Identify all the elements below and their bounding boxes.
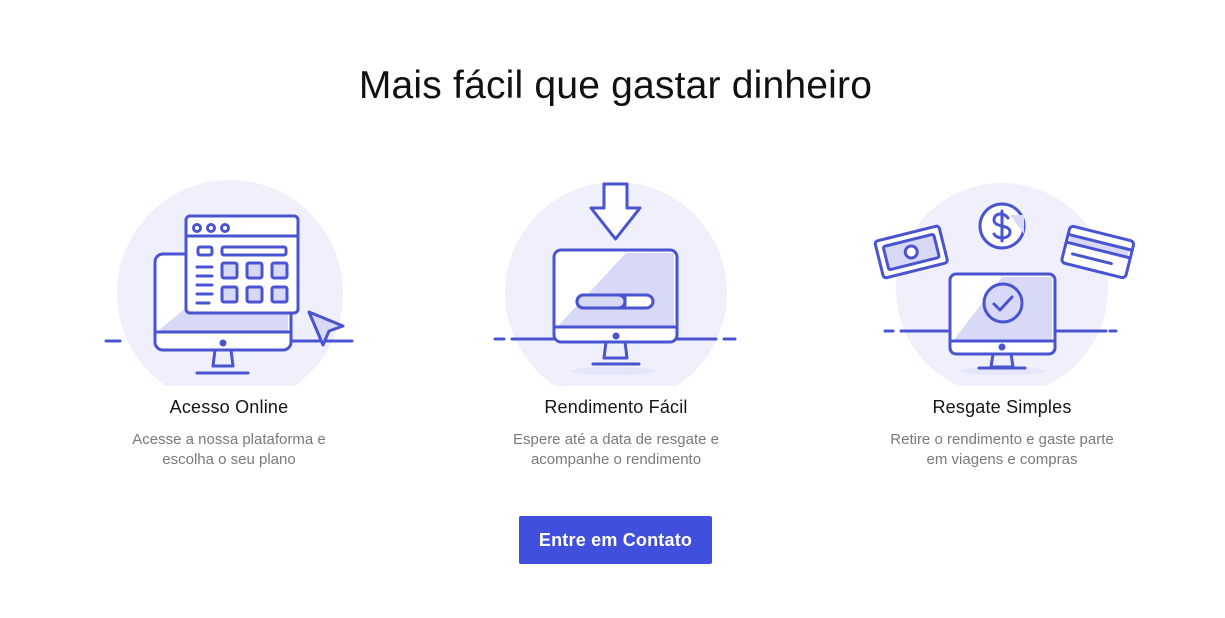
page-title: Mais fácil que gastar dinheiro: [358, 64, 873, 107]
feature-description-line: em viagens e compras: [926, 450, 1078, 468]
simple-withdrawal-icon: [873, 183, 1136, 386]
feature-description-line: Retire o rendimento e gaste parte: [890, 431, 1114, 448]
feature-online-access: Acesso Online Acesse a nossa plataforma …: [79, 176, 379, 468]
feature-description: Acesse a nossa plataforma e escolha o se…: [79, 430, 379, 469]
feature-description: Retire o rendimento e gaste parte em via…: [852, 430, 1152, 469]
contact-button[interactable]: Entre em Contato: [519, 516, 712, 564]
feature-title: Resgate Simples: [932, 397, 1072, 417]
feature-description-line: Acesse a nossa plataforma e: [132, 431, 326, 448]
feature-description: Espere até a data de resgate e acompanhe…: [466, 430, 766, 469]
feature-description-line: Espere até a data de resgate e: [513, 431, 719, 448]
feature-title: Rendimento Fácil: [544, 397, 688, 417]
easy-yield-icon: [493, 182, 737, 386]
online-access-icon: [104, 180, 354, 386]
feature-description-line: escolha o seu plano: [162, 450, 296, 468]
feature-description-line: acompanhe o rendimento: [530, 450, 702, 468]
feature-title: Acesso Online: [169, 397, 289, 417]
feature-simple-withdrawal: Resgate Simples Retire o rendimento e ga…: [852, 176, 1152, 468]
feature-easy-yield: Rendimento Fácil Espere até a data de re…: [466, 176, 766, 468]
